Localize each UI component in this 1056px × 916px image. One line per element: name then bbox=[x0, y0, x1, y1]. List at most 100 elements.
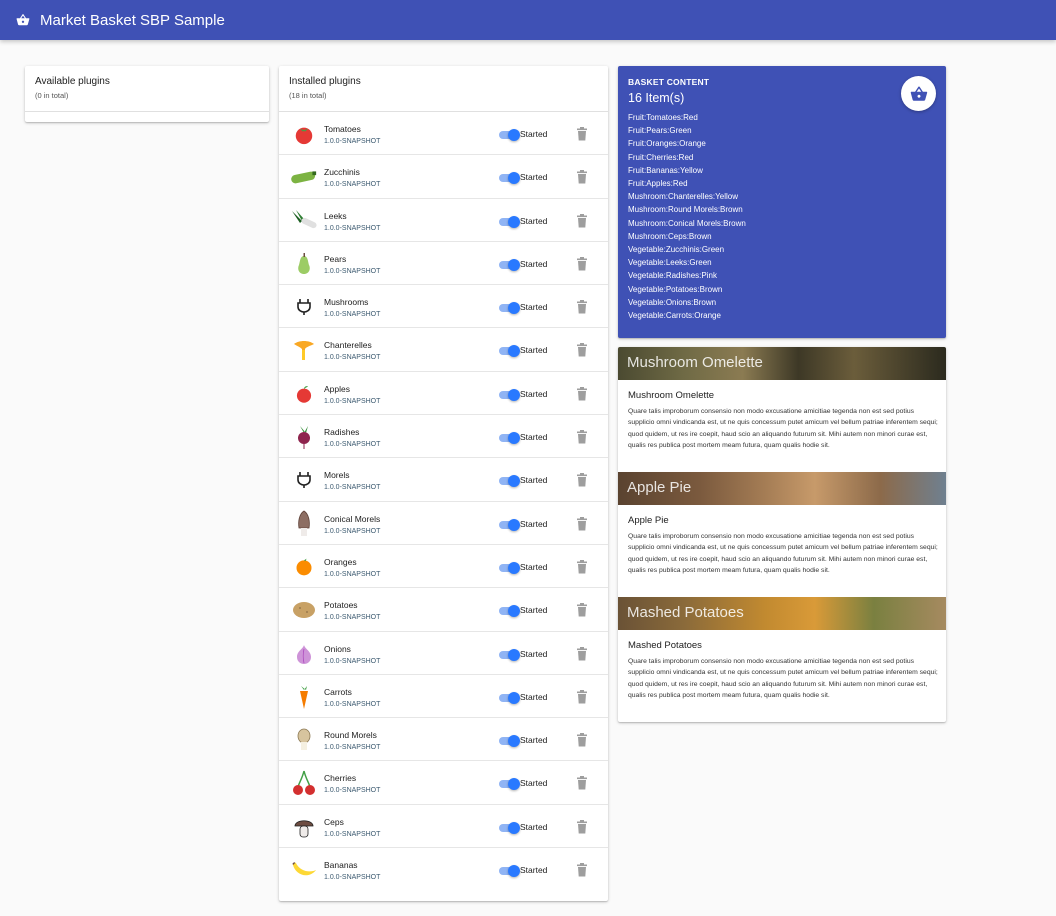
basket-item: Mushroom:Chanterelles:Yellow bbox=[628, 192, 738, 202]
leek-icon bbox=[290, 208, 318, 234]
plugin-status-label: Started bbox=[520, 302, 548, 313]
plugin-version: 1.0.0-SNAPSHOT bbox=[324, 874, 381, 882]
plugin-status-label: Started bbox=[520, 475, 548, 486]
plugin-row: Zucchinis 1.0.0-SNAPSHOT Started bbox=[279, 155, 608, 199]
plugin-version: 1.0.0-SNAPSHOT bbox=[324, 787, 381, 795]
plugin-version: 1.0.0-SNAPSHOT bbox=[324, 700, 381, 708]
plugin-start-toggle[interactable] bbox=[499, 172, 520, 185]
trash-icon[interactable] bbox=[576, 819, 588, 834]
plugin-version: 1.0.0-SNAPSHOT bbox=[324, 570, 381, 578]
plugin-start-toggle[interactable] bbox=[499, 475, 520, 488]
trash-icon[interactable] bbox=[576, 213, 588, 228]
plugin-start-toggle[interactable] bbox=[499, 561, 520, 574]
plugin-status-label: Started bbox=[520, 258, 548, 269]
trash-icon[interactable] bbox=[576, 689, 588, 704]
plugin-start-toggle[interactable] bbox=[499, 302, 520, 315]
trash-icon[interactable] bbox=[576, 603, 588, 617]
recipe-image: Apple Pie bbox=[618, 472, 946, 505]
plugin-start-toggle[interactable] bbox=[499, 432, 520, 445]
plugin-row: Mushrooms 1.0.0-SNAPSHOT Started bbox=[279, 285, 608, 329]
trash-icon[interactable] bbox=[576, 256, 588, 271]
plugin-row: Morels 1.0.0-SNAPSHOT Started bbox=[279, 458, 608, 502]
plugin-name: Bananas bbox=[324, 860, 358, 871]
plugin-name: Ceps bbox=[324, 816, 344, 827]
trash-icon[interactable] bbox=[576, 646, 588, 661]
plugin-start-toggle[interactable] bbox=[499, 215, 520, 228]
cherry-icon bbox=[290, 770, 318, 796]
potato-icon bbox=[290, 597, 318, 623]
trash-icon[interactable] bbox=[576, 170, 588, 184]
plugin-name: Potatoes bbox=[324, 600, 358, 611]
plugin-status-label: Started bbox=[520, 561, 548, 572]
trash-icon[interactable] bbox=[576, 127, 588, 141]
plugin-start-toggle[interactable] bbox=[499, 518, 520, 531]
plugin-start-toggle[interactable] bbox=[499, 345, 520, 358]
plugin-name: Chanterelles bbox=[324, 340, 372, 351]
recipe-description: Quare talis improborum consensio non mod… bbox=[628, 658, 938, 699]
app-title: Market Basket SBP Sample bbox=[40, 11, 225, 29]
plugin-row: Tomatoes 1.0.0-SNAPSHOT Started bbox=[279, 112, 608, 156]
plugin-row: Leeks 1.0.0-SNAPSHOT Started bbox=[279, 199, 608, 242]
trash-icon[interactable] bbox=[576, 343, 588, 357]
round-morel-icon bbox=[290, 727, 318, 753]
plugin-row: Cherries 1.0.0-SNAPSHOT Started bbox=[279, 761, 608, 805]
basket-item: Fruit:Cherries:Red bbox=[628, 152, 694, 162]
trash-icon[interactable] bbox=[576, 386, 588, 401]
plugin-start-toggle[interactable] bbox=[499, 388, 520, 401]
basket-item: Vegetable:Onions:Brown bbox=[628, 297, 717, 307]
basket-item: Fruit:Bananas:Yellow bbox=[628, 165, 703, 175]
recipe-image-caption: Mashed Potatoes bbox=[627, 604, 744, 621]
plugin-status-label: Started bbox=[520, 432, 548, 443]
plugin-version: 1.0.0-SNAPSHOT bbox=[324, 354, 381, 362]
recipe-card: Mashed Potatoes Mashed Potatoes Quare ta… bbox=[618, 597, 946, 722]
trash-icon[interactable] bbox=[576, 516, 588, 531]
recipe-card: Apple Pie Apple Pie Quare talis improbor… bbox=[618, 472, 946, 597]
plugin-start-toggle[interactable] bbox=[499, 648, 520, 661]
plugin-start-toggle[interactable] bbox=[499, 865, 520, 878]
plugin-name: Oranges bbox=[324, 556, 357, 567]
plugin-name: Cherries bbox=[324, 773, 357, 784]
recipe-title: Apple Pie bbox=[628, 515, 669, 526]
trash-icon[interactable] bbox=[576, 300, 588, 314]
plugin-row: Pears 1.0.0-SNAPSHOT Started bbox=[279, 242, 608, 286]
recipe-title: Mashed Potatoes bbox=[628, 640, 702, 651]
trash-icon[interactable] bbox=[576, 430, 588, 444]
plugin-status-label: Started bbox=[520, 518, 548, 529]
installed-plugins-header: Installed plugins (18 in total) bbox=[279, 66, 608, 112]
recipe-image: Mushroom Omelette bbox=[618, 347, 946, 380]
plugin-start-toggle[interactable] bbox=[499, 258, 520, 271]
plugin-version: 1.0.0-SNAPSHOT bbox=[324, 744, 381, 752]
plugin-start-toggle[interactable] bbox=[499, 821, 520, 834]
recipe-description: Quare talis improborum consensio non mod… bbox=[628, 533, 938, 574]
plugin-status-label: Started bbox=[520, 865, 548, 876]
plugin-name: Round Morels bbox=[324, 730, 377, 741]
plugin-start-toggle[interactable] bbox=[499, 691, 520, 704]
plugin-start-toggle[interactable] bbox=[499, 735, 520, 748]
plugin-status-label: Started bbox=[520, 735, 548, 746]
trash-icon[interactable] bbox=[576, 473, 588, 487]
basket-icon bbox=[16, 13, 30, 27]
plugin-version: 1.0.0-SNAPSHOT bbox=[324, 397, 381, 405]
plugin-row: Round Morels 1.0.0-SNAPSHOT Started bbox=[279, 718, 608, 762]
basket-item: Fruit:Tomatoes:Red bbox=[628, 113, 698, 122]
recipes-card: Mushroom Omelette Mushroom Omelette Quar… bbox=[618, 347, 946, 722]
trash-icon[interactable] bbox=[576, 733, 588, 747]
plugin-row: Oranges 1.0.0-SNAPSHOT Started bbox=[279, 545, 608, 589]
onion-icon bbox=[290, 641, 318, 667]
plugin-name: Conical Morels bbox=[324, 513, 381, 524]
zucchini-icon bbox=[290, 164, 318, 190]
radish-icon bbox=[290, 424, 318, 450]
plugin-start-toggle[interactable] bbox=[499, 778, 520, 791]
trash-icon[interactable] bbox=[576, 776, 588, 790]
plugin-start-toggle[interactable] bbox=[499, 129, 520, 141]
plugin-status-label: Started bbox=[520, 388, 548, 399]
basket-button[interactable] bbox=[901, 76, 936, 111]
plugin-status-label: Started bbox=[520, 345, 548, 356]
carrot-icon bbox=[290, 684, 318, 710]
plugin-name: Mushrooms bbox=[324, 297, 369, 308]
apple-icon bbox=[290, 381, 318, 407]
trash-icon[interactable] bbox=[576, 559, 588, 574]
plugin-status-label: Started bbox=[520, 129, 548, 139]
plugin-start-toggle[interactable] bbox=[499, 605, 520, 618]
trash-icon[interactable] bbox=[576, 863, 588, 877]
